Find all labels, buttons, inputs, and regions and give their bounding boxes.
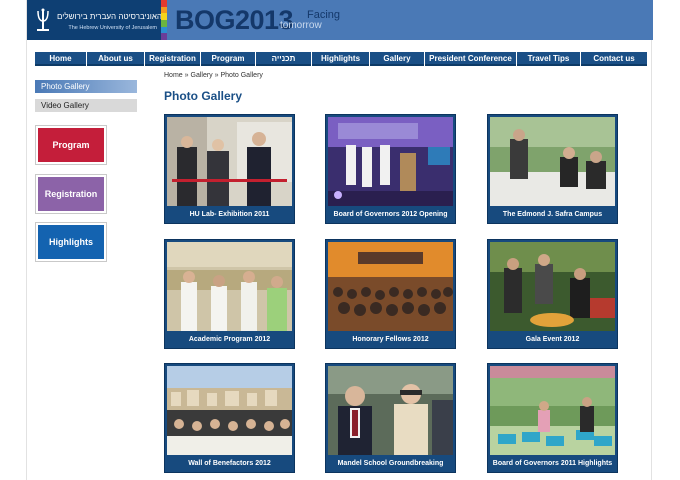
gallery-item-caption: Mandel School Groundbreaking (337, 460, 444, 467)
sidebar-tab-photo-gallery[interactable]: Photo Gallery (35, 80, 137, 93)
gallery-photo (328, 366, 453, 455)
highlights-button[interactable]: Highlights (36, 223, 106, 261)
gallery-item-caption: HU Lab- Exhibition 2011 (189, 211, 270, 218)
nav-item-travel-tips[interactable]: Travel Tips (517, 52, 581, 66)
program-button[interactable]: Program (36, 126, 106, 164)
registration-button[interactable]: Registration (36, 175, 106, 213)
color-strip-decoration (161, 0, 167, 41)
breadcrumb-separator: » (214, 72, 219, 79)
sidebar-tab-video-gallery[interactable]: Video Gallery (35, 99, 137, 112)
nav-item-gallery[interactable]: Gallery (370, 52, 425, 66)
tagline-tomorrow: tomorrow (280, 20, 322, 31)
menorah-logo-icon (37, 8, 49, 31)
gallery-item-board-of-governors-2011-highlights[interactable]: Board of Governors 2011 Highlights (487, 363, 618, 473)
gallery-item-caption: Academic Program 2012 (188, 336, 271, 343)
gallery-item-caption: Honorary Fellows 2012 (352, 336, 429, 343)
gallery-photo (490, 242, 615, 331)
gallery-item-caption: Gala Event 2012 (525, 336, 580, 343)
gallery-photo (328, 117, 453, 206)
gallery-photo (167, 117, 292, 206)
gallery-photo (490, 366, 615, 455)
university-logo-block[interactable]: האוניברסיטה העברית בירושלים The Hebrew U… (27, 0, 162, 40)
page-container: האוניברסיטה העברית בירושלים The Hebrew U… (26, 0, 653, 480)
gallery-item-caption: Board of Governors 2011 Highlights (492, 460, 613, 467)
nav-item-about-us[interactable]: About us (87, 52, 145, 66)
nav-item-program-hebrew[interactable]: תכנייה (256, 52, 312, 66)
breadcrumb-separator: » (184, 72, 189, 79)
gallery-item-hu-lab-exhibition[interactable]: HU Lab- Exhibition 2011 (164, 114, 295, 224)
nav-item-president-conference[interactable]: President Conference (425, 52, 517, 66)
gallery-item-edmond-j-safra-campus[interactable]: The Edmond J. Safra Campus (487, 114, 618, 224)
breadcrumb-gallery-link[interactable]: Gallery (191, 72, 213, 79)
page-title: Photo Gallery (164, 89, 243, 103)
nav-item-contact-us[interactable]: Contact us (581, 52, 647, 66)
gallery-item-caption: The Edmond J. Safra Campus (502, 211, 603, 218)
event-title: BOG2013 (175, 5, 294, 35)
gallery-photo (490, 117, 615, 206)
gallery-item-academic-program-2012[interactable]: Academic Program 2012 (164, 239, 295, 349)
gallery-item-gala-event-2012[interactable]: Gala Event 2012 (487, 239, 618, 349)
nav-item-home[interactable]: Home (35, 52, 87, 66)
gallery-item-board-of-governors-2012-opening[interactable]: Board of Governors 2012 Opening (325, 114, 456, 224)
nav-item-highlights[interactable]: Highlights (312, 52, 370, 66)
gallery-item-mandel-school-groundbreaking[interactable]: Mandel School Groundbreaking (325, 363, 456, 473)
gallery-item-wall-of-benefactors-2012[interactable]: Wall of Benefactors 2012 (164, 363, 295, 473)
main-navigation: Home About us Registration Program תכניי… (35, 52, 647, 66)
university-name-hebrew: האוניברסיטה העברית בירושלים (57, 12, 162, 21)
university-name-english: The Hebrew University of Jerusalem (68, 25, 157, 31)
gallery-item-caption: Wall of Benefactors 2012 (188, 460, 271, 467)
gallery-item-caption: Board of Governors 2012 Opening (333, 211, 448, 218)
breadcrumb-home-link[interactable]: Home (164, 72, 183, 79)
site-header: האוניברסיטה העברית בירושלים The Hebrew U… (27, 0, 653, 41)
nav-item-registration[interactable]: Registration (145, 52, 201, 66)
nav-item-program[interactable]: Program (201, 52, 256, 66)
gallery-photo (167, 242, 292, 331)
breadcrumb-current: Photo Gallery (220, 72, 263, 79)
gallery-photo (328, 242, 453, 331)
gallery-item-honorary-fellows-2012[interactable]: Honorary Fellows 2012 (325, 239, 456, 349)
gallery-photo (167, 366, 292, 455)
breadcrumb: Home » Gallery » Photo Gallery (164, 72, 263, 79)
